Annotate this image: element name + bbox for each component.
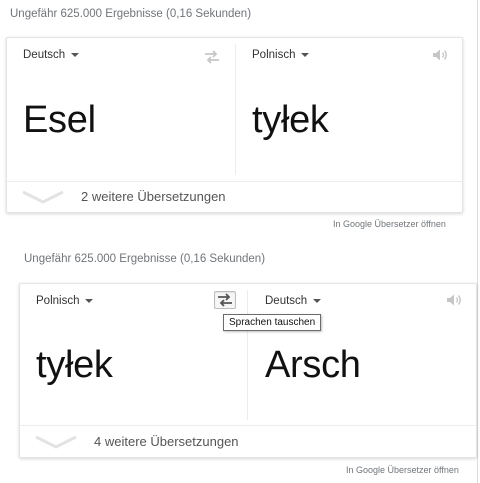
speaker-icon[interactable] [446, 293, 462, 307]
target-language-select[interactable]: Deutsch [265, 295, 322, 307]
translated-text: Arsch [265, 344, 361, 386]
source-text: Esel [23, 99, 96, 141]
result-stats: Ungefähr 625.000 Ergebnisse (0,16 Sekund… [24, 253, 266, 265]
swap-languages-button[interactable] [214, 291, 236, 309]
translated-text: tyłek [252, 99, 329, 141]
caret-down-icon [71, 53, 80, 57]
more-translations-button[interactable]: 4 weitere Übersetzungen [34, 434, 239, 449]
swap-languages-tooltip: Sprachen tauschen [223, 314, 322, 331]
card-footer-divider [7, 181, 462, 182]
target-language-label: Polnisch [252, 49, 296, 61]
swap-arrows-icon [205, 50, 219, 64]
speaker-icon[interactable] [432, 48, 448, 62]
translate-card: Polnisch Deutsch tyłek Arsch 4 weitere Ü… [19, 283, 477, 458]
column-divider [247, 290, 248, 420]
source-language-select[interactable]: Polnisch [36, 295, 94, 307]
target-language-label: Deutsch [265, 295, 308, 307]
result-stats: Ungefähr 625.000 Ergebnisse (0,16 Sekund… [10, 8, 252, 20]
source-text: tyłek [36, 344, 113, 386]
more-translations-label: 4 weitere Übersetzungen [94, 434, 239, 449]
more-translations-button[interactable]: 2 weitere Übersetzungen [21, 189, 226, 204]
swap-languages-button[interactable] [201, 48, 223, 66]
open-in-google-translate-link[interactable]: In Google Übersetzer öffnen [346, 465, 459, 475]
chevron-down-icon [22, 190, 64, 204]
swap-arrows-icon [218, 293, 232, 307]
source-language-label: Polnisch [36, 295, 80, 307]
target-language-select[interactable]: Polnisch [252, 49, 310, 61]
column-divider [235, 44, 236, 175]
caret-down-icon [85, 299, 94, 303]
more-translations-label: 2 weitere Übersetzungen [81, 189, 226, 204]
source-language-select[interactable]: Deutsch [23, 49, 80, 61]
chevron-down-icon [35, 435, 77, 449]
caret-down-icon [313, 299, 322, 303]
open-in-google-translate-link[interactable]: In Google Übersetzer öffnen [333, 219, 446, 229]
caret-down-icon [301, 53, 310, 57]
card-footer-divider [20, 425, 476, 426]
right-edge-divider [477, 0, 478, 483]
source-language-label: Deutsch [23, 49, 66, 61]
translate-card: Deutsch Polnisch Esel tyłek 2 weitere Üb… [6, 37, 463, 213]
